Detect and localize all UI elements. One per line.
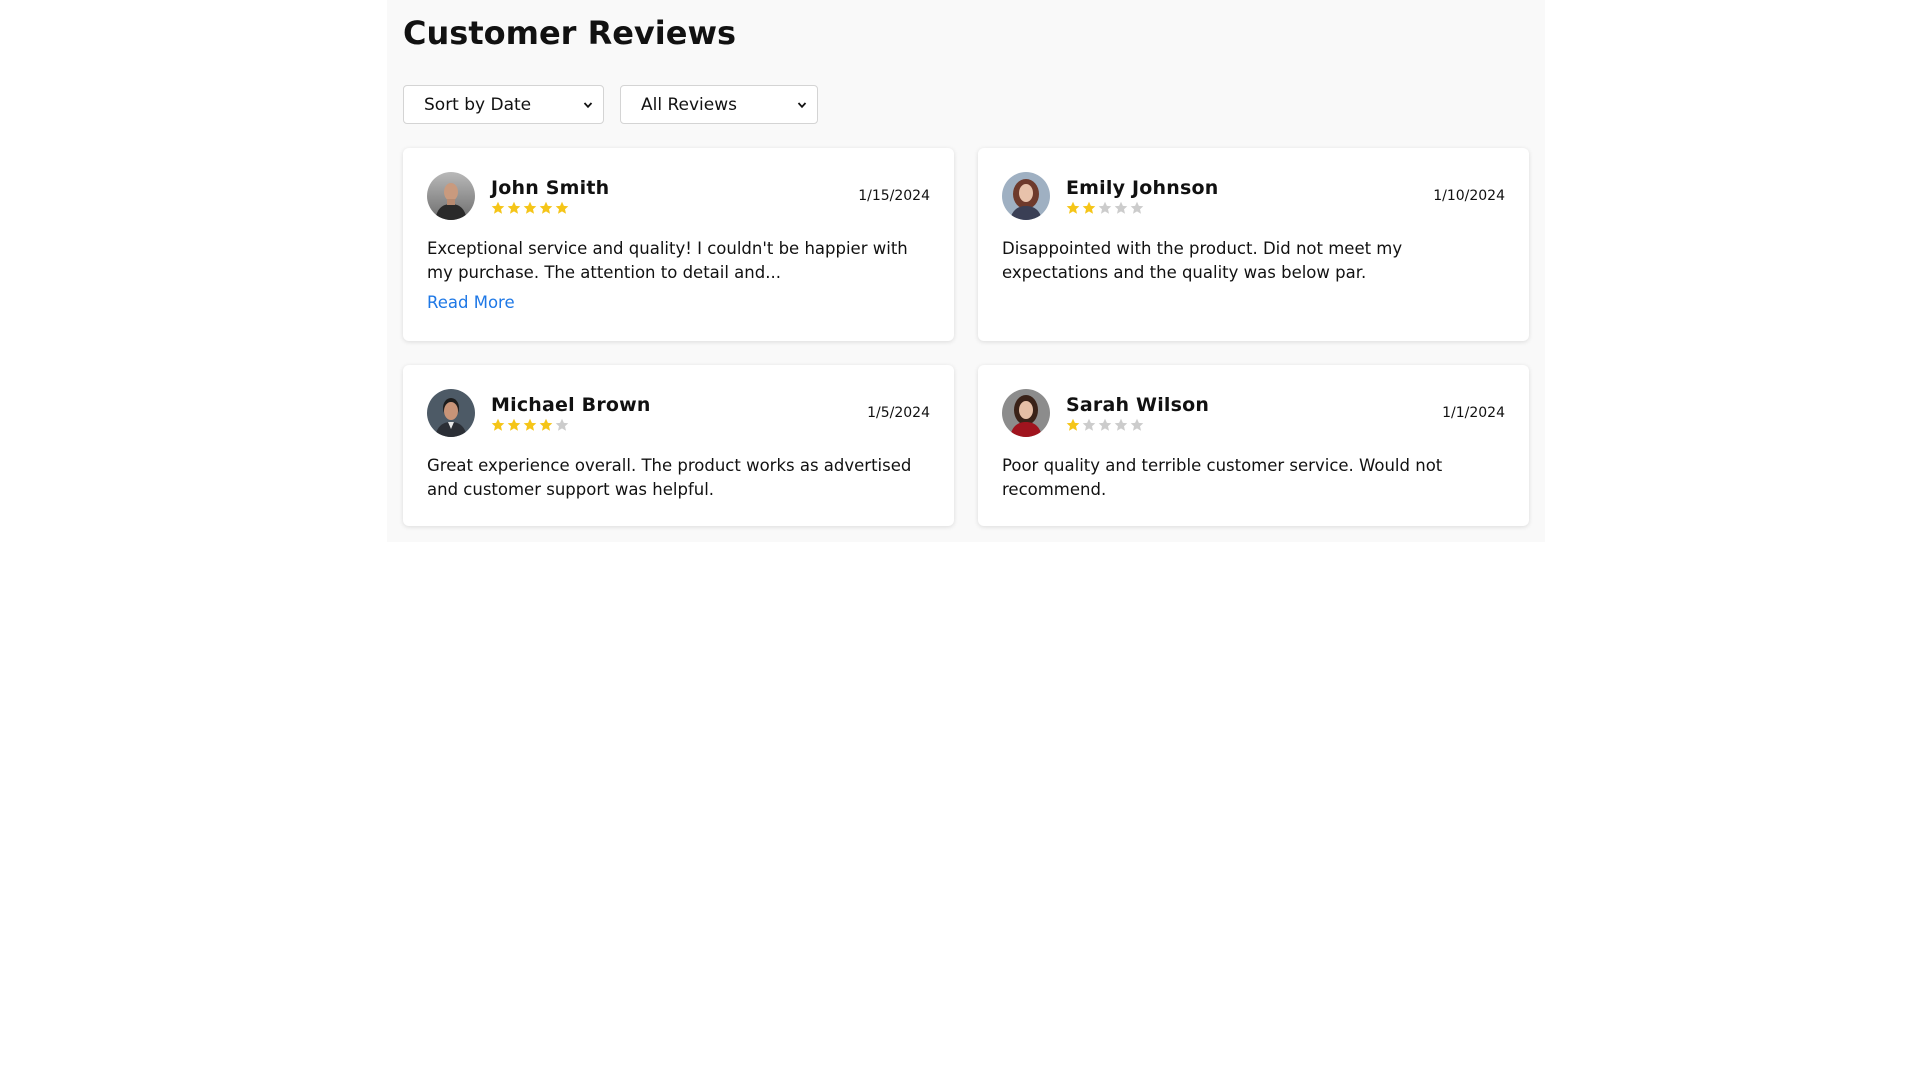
chevron-down-icon [797,101,807,108]
review-card: Michael Brown 1/5/2024 Great experience … [403,365,954,526]
star-filled-icon [1082,201,1096,214]
reviewer-name: John Smith [491,177,610,199]
review-grid: John Smith 1/15/2024 Exceptional service… [403,148,1529,526]
star-rating [1066,201,1433,216]
star-empty-icon [1130,418,1144,431]
avatar [1002,172,1050,220]
star-filled-icon [507,201,521,214]
star-empty-icon [555,418,569,431]
reviewer-info: Emily Johnson [1066,176,1433,216]
star-filled-icon [539,201,553,214]
reviewer-info: Sarah Wilson [1066,393,1442,433]
star-empty-icon [1098,418,1112,431]
star-filled-icon [539,418,553,431]
reviews-page: Customer Reviews Sort by Date All Review… [387,0,1545,542]
reviewer-name: Emily Johnson [1066,177,1219,199]
review-date: 1/5/2024 [867,405,930,421]
sort-select-value: Sort by Date [424,94,532,115]
review-header: Sarah Wilson 1/1/2024 [1002,389,1505,437]
review-card: Emily Johnson 1/10/2024 Disappointed wit… [978,148,1529,341]
star-filled-icon [491,201,505,214]
reviewer-info: John Smith [491,176,858,216]
read-more-link[interactable]: Read More [427,293,515,312]
star-filled-icon [523,418,537,431]
chevron-down-icon [583,101,593,108]
review-date: 1/1/2024 [1442,405,1505,421]
review-date: 1/15/2024 [858,188,930,204]
star-empty-icon [1082,418,1096,431]
star-filled-icon [523,201,537,214]
star-empty-icon [1130,201,1144,214]
review-date: 1/10/2024 [1433,188,1505,204]
avatar [427,172,475,220]
star-filled-icon [555,201,569,214]
page-title: Customer Reviews [403,14,737,52]
filter-select-value: All Reviews [641,94,737,115]
avatar [427,389,475,437]
review-header: John Smith 1/15/2024 [427,172,930,220]
star-filled-icon [491,418,505,431]
controls-bar: Sort by Date All Reviews [403,85,818,124]
star-empty-icon [1114,201,1128,214]
avatar [1002,389,1050,437]
star-filled-icon [1066,201,1080,214]
star-empty-icon [1098,201,1112,214]
star-rating [491,201,858,216]
review-card: John Smith 1/15/2024 Exceptional service… [403,148,954,341]
reviewer-info: Michael Brown [491,393,867,433]
review-text: Poor quality and terrible customer servi… [1002,456,1443,499]
star-filled-icon [507,418,521,431]
review-text: Disappointed with the product. Did not m… [1002,239,1403,282]
review-header: Emily Johnson 1/10/2024 [1002,172,1505,220]
star-empty-icon [1114,418,1128,431]
review-header: Michael Brown 1/5/2024 [427,389,930,437]
reviewer-name: Michael Brown [491,394,651,416]
sort-select[interactable]: Sort by Date [403,85,604,124]
reviewer-name: Sarah Wilson [1066,394,1210,416]
star-filled-icon [1066,418,1080,431]
filter-select[interactable]: All Reviews [620,85,818,124]
review-text: Exceptional service and quality! I could… [427,239,908,282]
star-rating [1066,418,1442,433]
review-card: Sarah Wilson 1/1/2024 Poor quality and t… [978,365,1529,526]
review-text: Great experience overall. The product wo… [427,456,912,499]
star-rating [491,418,867,433]
